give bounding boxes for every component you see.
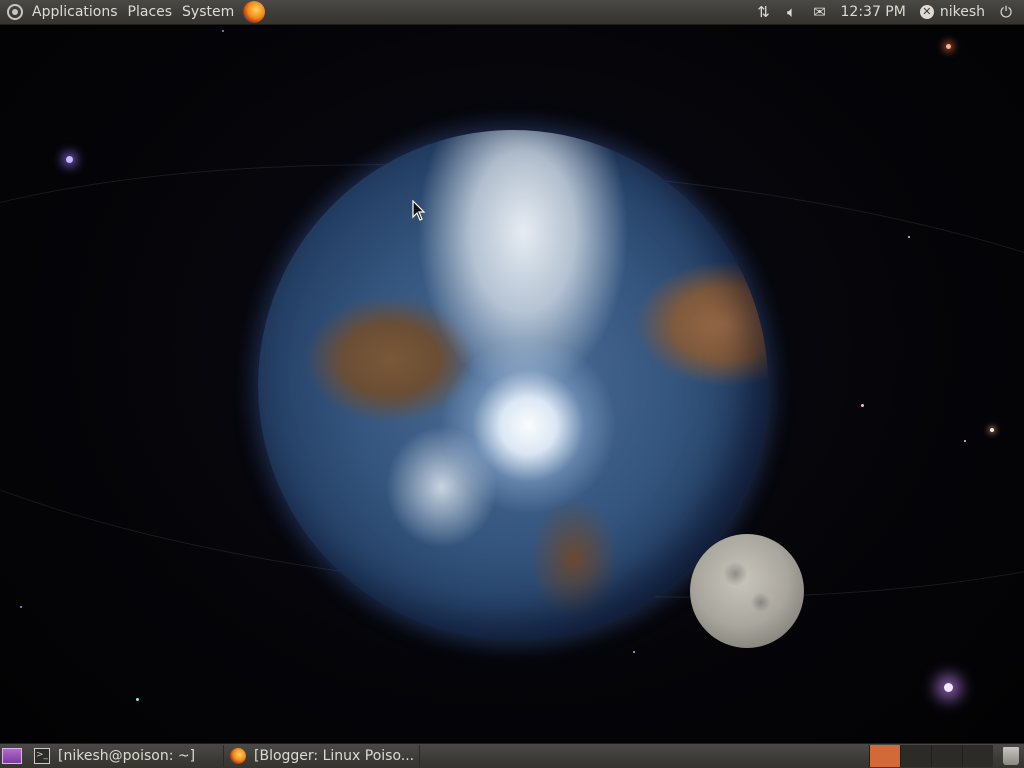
- user-status-icon: ✕: [919, 5, 934, 19]
- mouse-pointer-icon: [412, 200, 426, 221]
- firefox-launcher-icon[interactable]: [243, 1, 266, 23]
- network-arrows-icon[interactable]: ⇅: [750, 0, 778, 24]
- star: [633, 651, 635, 653]
- user-menu[interactable]: ✕ nikesh: [913, 0, 992, 24]
- star: [946, 44, 951, 49]
- volume-icon[interactable]: 🔈︎: [778, 0, 806, 24]
- workspace-1[interactable]: [869, 745, 900, 767]
- moon: [690, 534, 804, 648]
- star: [136, 698, 139, 701]
- star: [964, 440, 966, 442]
- ubuntu-logo-icon[interactable]: [7, 4, 23, 20]
- star: [861, 404, 864, 407]
- workspace-2[interactable]: [900, 745, 931, 767]
- top-panel: Applications Places System ⇅ 🔈︎ ✉ 12:37 …: [0, 0, 1024, 24]
- system-menu[interactable]: System: [177, 0, 239, 24]
- show-desktop-icon[interactable]: [2, 748, 22, 764]
- star: [222, 30, 224, 32]
- task-label: [nikesh@poison: ~]: [58, 748, 196, 764]
- bottom-panel: >_ [nikesh@poison: ~] [Blogger: Linux Po…: [0, 744, 1024, 768]
- taskbar-item-terminal[interactable]: >_ [nikesh@poison: ~]: [28, 745, 224, 767]
- task-label: [Blogger: Linux Poiso...: [254, 748, 415, 764]
- power-icon[interactable]: ⏻: [992, 0, 1020, 24]
- places-menu[interactable]: Places: [123, 0, 178, 24]
- star: [908, 236, 910, 238]
- star: [66, 156, 73, 163]
- applications-menu[interactable]: Applications: [27, 0, 123, 24]
- star: [990, 428, 994, 432]
- user-name: nikesh: [939, 4, 985, 20]
- system-tray: ⇅ 🔈︎ ✉ 12:37 PM ✕ nikesh ⏻: [750, 0, 1024, 24]
- star: [944, 683, 953, 692]
- envelope-icon[interactable]: ✉: [806, 0, 834, 24]
- workspace-3[interactable]: [931, 745, 962, 767]
- firefox-icon: [230, 748, 246, 764]
- star: [20, 606, 22, 608]
- clock[interactable]: 12:37 PM: [834, 0, 913, 24]
- desktop[interactable]: Applications Places System ⇅ 🔈︎ ✉ 12:37 …: [0, 0, 1024, 768]
- taskbar-item-firefox[interactable]: [Blogger: Linux Poiso...: [224, 745, 420, 767]
- workspace-4[interactable]: [962, 745, 993, 767]
- terminal-icon: >_: [34, 748, 50, 764]
- workspace-switcher: [869, 745, 993, 767]
- trash-icon[interactable]: [1003, 747, 1019, 765]
- earth-planet: [258, 130, 768, 640]
